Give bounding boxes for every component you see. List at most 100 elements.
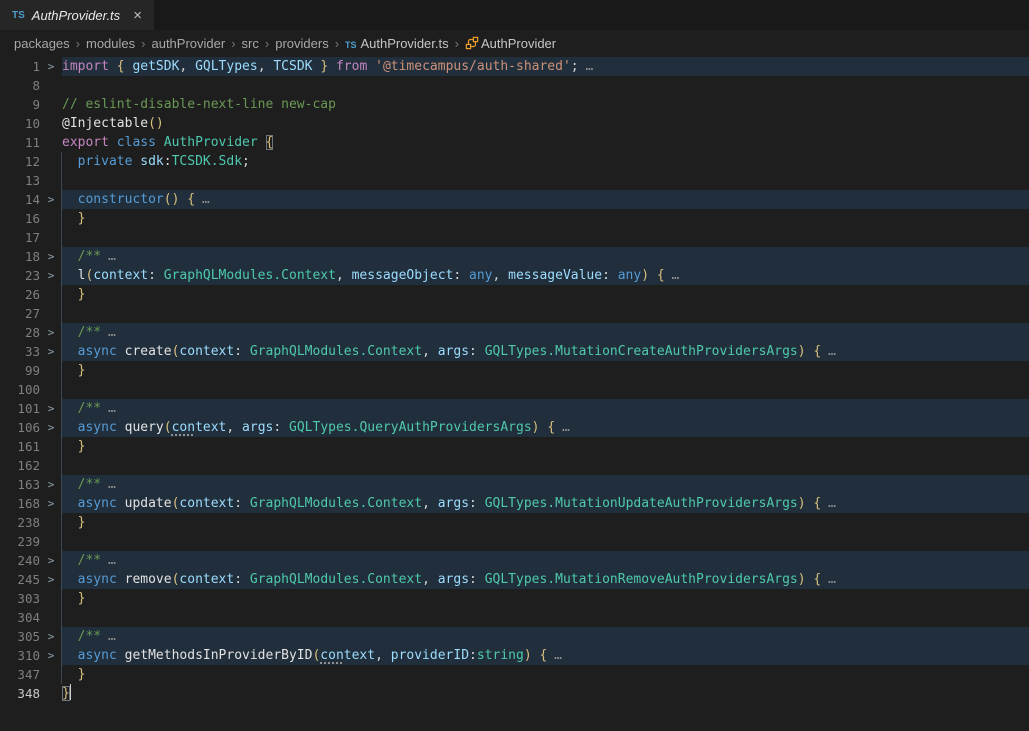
fold-chevron-icon[interactable]: > <box>40 494 62 513</box>
tab-authprovider-ts[interactable]: TS AuthProvider.ts × <box>0 0 154 30</box>
code-line[interactable]: 162 <box>0 456 1029 475</box>
code-text[interactable]: async getMethodsInProviderByID(context, … <box>62 646 1029 665</box>
fold-chevron-icon[interactable]: > <box>40 551 62 570</box>
code-line[interactable]: 99 } <box>0 361 1029 380</box>
code-line[interactable]: 18> /** … <box>0 247 1029 266</box>
fold-spacer <box>40 304 62 323</box>
code-text[interactable]: // eslint-disable-next-line new-cap <box>62 95 1029 114</box>
fold-spacer <box>40 532 62 551</box>
code-line[interactable]: 310> async getMethodsInProviderByID(cont… <box>0 646 1029 665</box>
code-line[interactable]: 240> /** … <box>0 551 1029 570</box>
fold-chevron-icon[interactable]: > <box>40 475 62 494</box>
code-text[interactable]: } <box>62 361 1029 380</box>
code-line[interactable]: 33> async create(context: GraphQLModules… <box>0 342 1029 361</box>
fold-chevron-icon[interactable]: > <box>40 646 62 665</box>
breadcrumb-item-authProvider[interactable]: authProvider <box>151 36 225 51</box>
code-line[interactable]: 100 <box>0 380 1029 399</box>
fold-chevron-icon[interactable]: > <box>40 399 62 418</box>
code-line[interactable]: 238 } <box>0 513 1029 532</box>
code-line[interactable]: 305> /** … <box>0 627 1029 646</box>
code-text[interactable]: } <box>62 684 1029 703</box>
code-line[interactable]: 239 <box>0 532 1029 551</box>
code-text[interactable] <box>62 171 1029 190</box>
code-text[interactable] <box>62 304 1029 323</box>
breadcrumb-item-src[interactable]: src <box>242 36 259 51</box>
line-number: 17 <box>0 228 40 247</box>
fold-chevron-icon[interactable]: > <box>40 418 62 437</box>
code-text[interactable] <box>62 608 1029 627</box>
breadcrumb-item-providers[interactable]: providers <box>275 36 328 51</box>
fold-chevron-icon[interactable]: > <box>40 627 62 646</box>
code-text[interactable]: async create(context: GraphQLModules.Con… <box>62 342 1029 361</box>
code-line[interactable]: 347 } <box>0 665 1029 684</box>
code-text[interactable]: import { getSDK, GQLTypes, TCSDK } from … <box>62 57 1029 76</box>
code-line[interactable]: 168> async update(context: GraphQLModule… <box>0 494 1029 513</box>
code-line[interactable]: 27 <box>0 304 1029 323</box>
code-line[interactable]: 303 } <box>0 589 1029 608</box>
code-text[interactable]: /** … <box>62 475 1029 494</box>
fold-chevron-icon[interactable]: > <box>40 266 62 285</box>
close-tab-icon[interactable]: × <box>133 8 142 23</box>
fold-chevron-icon[interactable]: > <box>40 247 62 266</box>
code-text[interactable]: } <box>62 437 1029 456</box>
code-text[interactable]: } <box>62 513 1029 532</box>
code-line[interactable]: 106> async query(context, args: GQLTypes… <box>0 418 1029 437</box>
code-text[interactable]: /** … <box>62 551 1029 570</box>
code-text[interactable] <box>62 532 1029 551</box>
code-text[interactable] <box>62 456 1029 475</box>
fold-chevron-icon[interactable]: > <box>40 190 62 209</box>
code-text[interactable]: /** … <box>62 627 1029 646</box>
breadcrumb-symbol[interactable]: AuthProvider <box>465 36 556 51</box>
code-text[interactable]: export class AuthProvider { <box>62 133 1029 152</box>
code-line[interactable]: 161 } <box>0 437 1029 456</box>
line-number: 12 <box>0 152 40 171</box>
line-number: 8 <box>0 76 40 95</box>
code-text[interactable]: l(context: GraphQLModules.Context, messa… <box>62 266 1029 285</box>
code-line[interactable]: 9// eslint-disable-next-line new-cap <box>0 95 1029 114</box>
code-line[interactable]: 304 <box>0 608 1029 627</box>
code-line[interactable]: 163> /** … <box>0 475 1029 494</box>
code-editor[interactable]: 1>import { getSDK, GQLTypes, TCSDK } fro… <box>0 57 1029 731</box>
code-line[interactable]: 101> /** … <box>0 399 1029 418</box>
line-number: 23 <box>0 266 40 285</box>
code-line[interactable]: 26 } <box>0 285 1029 304</box>
code-line[interactable]: 1>import { getSDK, GQLTypes, TCSDK } fro… <box>0 57 1029 76</box>
fold-chevron-icon[interactable]: > <box>40 57 62 76</box>
code-text[interactable]: async remove(context: GraphQLModules.Con… <box>62 570 1029 589</box>
code-text[interactable]: } <box>62 589 1029 608</box>
code-line[interactable]: 10@Injectable() <box>0 114 1029 133</box>
line-number: 13 <box>0 171 40 190</box>
code-text[interactable]: private sdk:TCSDK.Sdk; <box>62 152 1029 171</box>
breadcrumb-item-packages[interactable]: packages <box>14 36 70 51</box>
code-text[interactable]: /** … <box>62 247 1029 266</box>
code-text[interactable] <box>62 76 1029 95</box>
code-text[interactable]: /** … <box>62 399 1029 418</box>
breadcrumb-file[interactable]: TS AuthProvider.ts <box>345 36 449 51</box>
code-line[interactable]: 14> constructor() { … <box>0 190 1029 209</box>
breadcrumb-item-modules[interactable]: modules <box>86 36 135 51</box>
fold-chevron-icon[interactable]: > <box>40 342 62 361</box>
code-line[interactable]: 16 } <box>0 209 1029 228</box>
code-text[interactable] <box>62 228 1029 247</box>
code-text[interactable]: async update(context: GraphQLModules.Con… <box>62 494 1029 513</box>
code-text[interactable]: /** … <box>62 323 1029 342</box>
code-line[interactable]: 348} <box>0 684 1029 703</box>
code-line[interactable]: 8 <box>0 76 1029 95</box>
code-line[interactable]: 28> /** … <box>0 323 1029 342</box>
line-number: 168 <box>0 494 40 513</box>
code-line[interactable]: 12 private sdk:TCSDK.Sdk; <box>0 152 1029 171</box>
code-line[interactable]: 13 <box>0 171 1029 190</box>
code-text[interactable] <box>62 380 1029 399</box>
code-text[interactable]: } <box>62 665 1029 684</box>
code-line[interactable]: 23> l(context: GraphQLModules.Context, m… <box>0 266 1029 285</box>
code-line[interactable]: 17 <box>0 228 1029 247</box>
code-line[interactable]: 245> async remove(context: GraphQLModule… <box>0 570 1029 589</box>
code-text[interactable]: @Injectable() <box>62 114 1029 133</box>
code-text[interactable]: constructor() { … <box>62 190 1029 209</box>
code-text[interactable]: } <box>62 285 1029 304</box>
fold-chevron-icon[interactable]: > <box>40 570 62 589</box>
code-text[interactable]: } <box>62 209 1029 228</box>
code-line[interactable]: 11export class AuthProvider { <box>0 133 1029 152</box>
code-text[interactable]: async query(context, args: GQLTypes.Quer… <box>62 418 1029 437</box>
fold-chevron-icon[interactable]: > <box>40 323 62 342</box>
